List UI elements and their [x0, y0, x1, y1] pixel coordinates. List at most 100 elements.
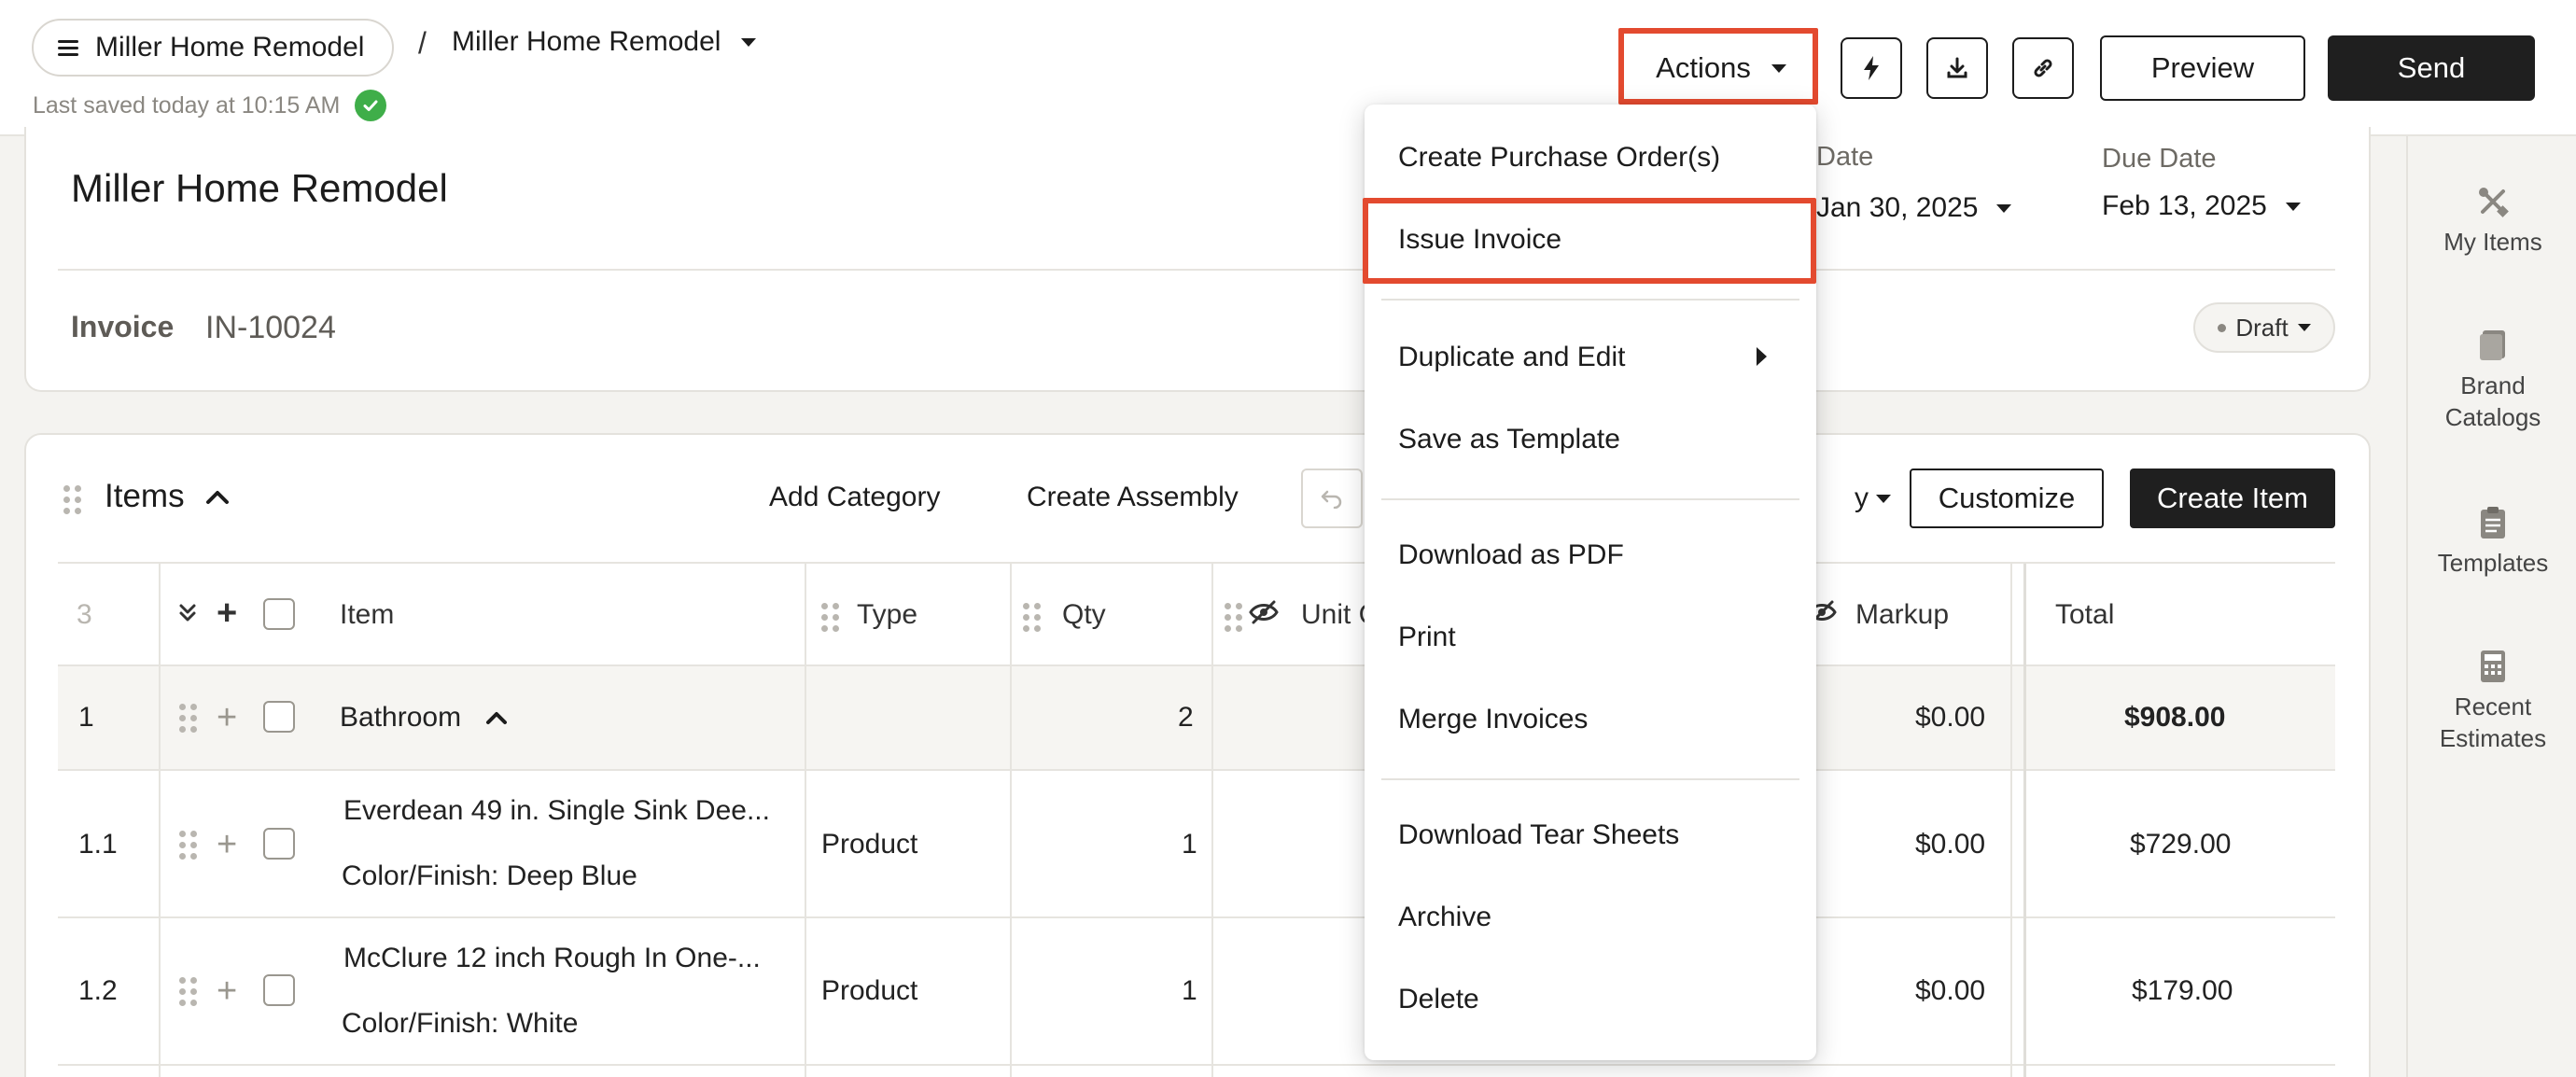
project-menu-button[interactable]: Miller Home Remodel [32, 19, 395, 77]
row-type: Product [821, 975, 918, 1006]
column-divider [2010, 564, 2012, 1077]
row-qty[interactable]: 2 [1178, 702, 1194, 734]
menu-item-create-purchase-orders[interactable]: Create Purchase Order(s) [1398, 142, 1720, 174]
column-type[interactable]: Type [857, 564, 917, 666]
menu-item-merge-invoices[interactable]: Merge Invoices [1398, 704, 1588, 735]
tools-icon [2474, 183, 2512, 220]
add-row-icon[interactable]: + [217, 973, 237, 1009]
hamburger-icon [58, 40, 78, 56]
status-dot-icon [2218, 323, 2227, 332]
row-markup[interactable]: $0.00 [1915, 829, 1985, 860]
drag-handle-icon[interactable] [63, 485, 81, 514]
column-count: 3 [77, 599, 92, 630]
issue-date-value: Jan 30, 2025 [1816, 192, 1979, 223]
rail-item-my-items[interactable]: My Items [2408, 183, 2576, 258]
drag-handle-icon[interactable] [179, 977, 197, 1006]
row-markup[interactable]: $0.00 [1915, 702, 1985, 734]
category-name: Bathroom [340, 702, 462, 733]
drag-handle-icon[interactable] [179, 704, 197, 733]
rail-item-brand-catalogs[interactable]: Brand Catalogs [2408, 327, 2576, 433]
select-all-checkbox[interactable] [263, 598, 295, 630]
rail-item-label: Recent Estimates [2439, 692, 2547, 752]
row-qty[interactable]: 1 [1182, 829, 1197, 860]
column-qty[interactable]: Qty [1062, 564, 1106, 666]
add-row-icon[interactable]: + [217, 827, 237, 862]
row-checkbox[interactable] [263, 828, 295, 860]
menu-item-issue-invoice[interactable]: Issue Invoice [1398, 224, 1561, 256]
header-divider [58, 269, 2335, 271]
column-divider [2023, 564, 2026, 1077]
column-divider [805, 564, 806, 1077]
menu-item-download-pdf[interactable]: Download as PDF [1398, 539, 1624, 571]
drag-handle-icon[interactable] [821, 603, 839, 632]
column-item[interactable]: Item [340, 564, 394, 666]
undo-button[interactable] [1301, 469, 1363, 528]
issue-date-label: Date [1816, 142, 1874, 172]
download-icon [1947, 57, 1967, 78]
status-badge[interactable]: Draft [2193, 302, 2335, 353]
create-item-button[interactable]: Create Item [2130, 469, 2335, 528]
copy-link-button[interactable] [2012, 37, 2074, 99]
expand-all-icon[interactable] [177, 601, 198, 630]
menu-item-archive[interactable]: Archive [1398, 902, 1491, 933]
breadcrumb-current[interactable]: Miller Home Remodel [452, 26, 757, 58]
drag-handle-icon[interactable] [179, 831, 197, 860]
item-name[interactable]: Everdean 49 in. Single Sink Dee... [343, 795, 770, 827]
issue-date-picker[interactable]: Jan 30, 2025 [1816, 192, 2012, 224]
row-qty[interactable]: 1 [1182, 975, 1197, 1007]
menu-item-save-as-template[interactable]: Save as Template [1398, 424, 1620, 455]
rail-item-templates[interactable]: Templates [2408, 504, 2576, 579]
due-date-value: Feb 13, 2025 [2102, 190, 2267, 221]
download-button[interactable] [1926, 37, 1988, 99]
lightning-button[interactable] [1841, 37, 1902, 99]
row-total: $908.00 [2124, 702, 2226, 733]
eye-off-icon[interactable] [1249, 599, 1279, 630]
add-row-icon[interactable]: + [217, 700, 237, 735]
create-assembly-button[interactable]: Create Assembly [1027, 482, 1239, 513]
document-number[interactable]: IN-10024 [205, 310, 336, 346]
menu-item-download-tear-sheets[interactable]: Download Tear Sheets [1398, 819, 1679, 851]
right-rail: My Items Brand Catalogs Templates Recent… [2406, 136, 2576, 1077]
row-total: $179.00 [2132, 975, 2233, 1006]
row-checkbox[interactable] [263, 974, 295, 1006]
status-badge-label: Draft [2235, 313, 2289, 342]
column-total[interactable]: Total [2055, 564, 2114, 666]
category-toggle[interactable]: Bathroom [340, 702, 508, 734]
drag-handle-icon[interactable] [1225, 603, 1242, 632]
view-selector[interactable]: y [1816, 469, 1891, 528]
menu-item-print[interactable]: Print [1398, 622, 1456, 653]
calculator-icon [2474, 648, 2512, 685]
customize-button[interactable]: Customize [1910, 469, 2104, 528]
breadcrumb-separator: / [418, 26, 427, 60]
due-date-label: Due Date [2102, 144, 2217, 174]
row-markup[interactable]: $0.00 [1915, 975, 1985, 1007]
chevron-down-icon [2285, 202, 2301, 211]
items-section-toggle[interactable]: Items [105, 478, 230, 515]
column-markup[interactable]: Markup [1855, 564, 1949, 666]
chevron-up-icon [205, 491, 229, 504]
menu-item-delete[interactable]: Delete [1398, 984, 1479, 1015]
rail-item-recent-estimates[interactable]: Recent Estimates [2408, 648, 2576, 754]
lightning-icon [1864, 56, 1879, 80]
add-row-icon[interactable]: + [217, 595, 237, 631]
preview-button[interactable]: Preview [2100, 35, 2305, 101]
item-name[interactable]: McClure 12 inch Rough In One-... [343, 943, 761, 974]
column-divider [1010, 564, 1012, 1077]
chevron-right-icon [1757, 347, 1767, 366]
project-pill-label: Miller Home Remodel [95, 32, 365, 63]
send-button[interactable]: Send [2328, 35, 2535, 101]
add-category-button[interactable]: Add Category [769, 482, 940, 513]
undo-icon [1321, 490, 1342, 509]
items-section-title: Items [105, 478, 185, 514]
menu-item-duplicate-and-edit[interactable]: Duplicate and Edit [1398, 342, 1626, 373]
row-total: $729.00 [2130, 829, 2232, 860]
due-date-picker[interactable]: Feb 13, 2025 [2102, 190, 2301, 222]
row-checkbox[interactable] [263, 701, 295, 733]
chevron-down-icon [1876, 494, 1891, 503]
actions-button[interactable]: Actions [1630, 35, 1813, 101]
document-title[interactable]: Miller Home Remodel [71, 166, 448, 211]
table-row [58, 1064, 2335, 1077]
actions-menu: Create Purchase Order(s) Issue Invoice D… [1365, 105, 1816, 1060]
save-status-text: Last saved today at 10:15 AM [33, 91, 341, 119]
drag-handle-icon[interactable] [1023, 603, 1041, 632]
